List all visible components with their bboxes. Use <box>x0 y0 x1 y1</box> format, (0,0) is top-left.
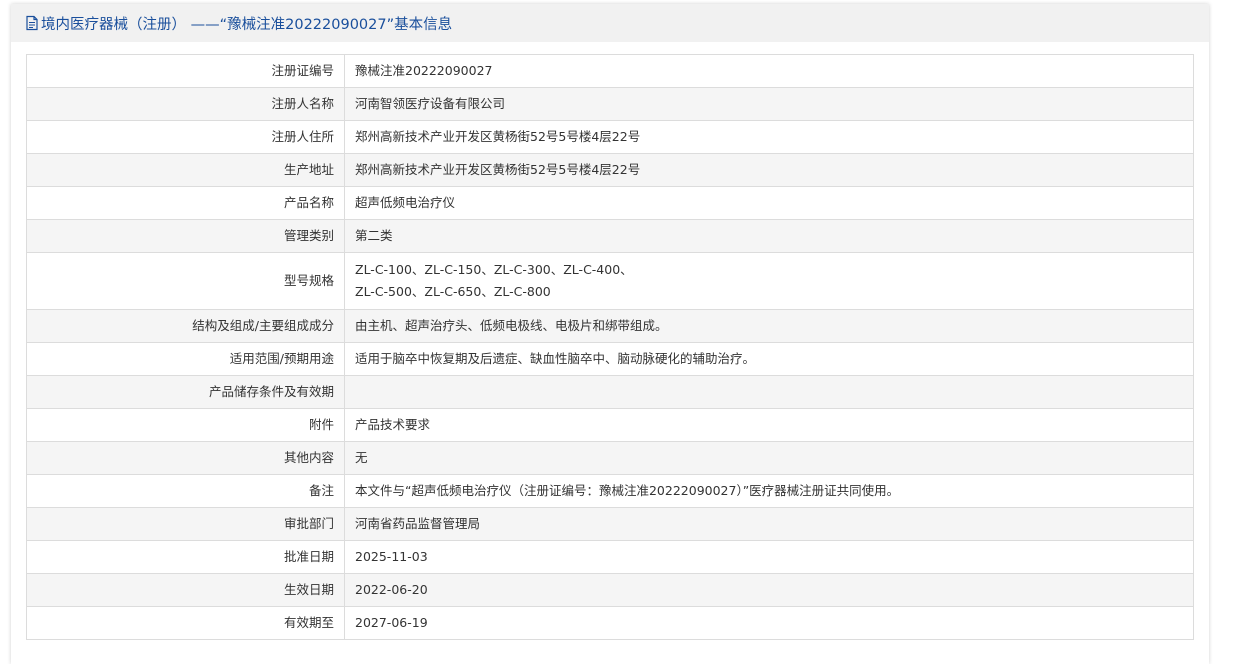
row-value: 本文件与“超声低频电治疗仪（注册证编号：豫械注准20222090027）”医疗器… <box>344 474 1194 508</box>
registration-info-panel: 境内医疗器械（注册） ——“豫械注准20222090027”基本信息 注册证编号… <box>11 4 1209 664</box>
row-value: 2027-06-19 <box>344 606 1194 640</box>
row-value: 郑州高新技术产业开发区黄杨街52号5号楼4层22号 <box>344 120 1194 154</box>
row-label: 注册证编号 <box>26 54 345 88</box>
row-label: 批准日期 <box>26 540 345 574</box>
row-label: 备注 <box>26 474 345 508</box>
table-row-other-content: 其他内容 无 <box>26 441 1194 475</box>
row-value: 适用于脑卒中恢复期及后遗症、缺血性脑卒中、脑动脉硬化的辅助治疗。 <box>344 342 1194 376</box>
row-value: 产品技术要求 <box>344 408 1194 442</box>
row-value: 河南省药品监督管理局 <box>344 507 1194 541</box>
model-spec-line-1: ZL-C-100、ZL-C-150、ZL-C-300、ZL-C-400、 <box>355 262 633 277</box>
model-spec-line-2: ZL-C-500、ZL-C-650、ZL-C-800 <box>355 284 551 299</box>
row-label: 产品储存条件及有效期 <box>26 375 345 409</box>
row-label: 附件 <box>26 408 345 442</box>
row-value <box>344 375 1194 409</box>
row-label: 其他内容 <box>26 441 345 475</box>
table-row-effective-date: 生效日期 2022-06-20 <box>26 573 1194 607</box>
table-row-remarks: 备注 本文件与“超声低频电治疗仪（注册证编号：豫械注准20222090027）”… <box>26 474 1194 508</box>
table-row-model-spec: 型号规格 ZL-C-100、ZL-C-150、ZL-C-300、ZL-C-400… <box>26 252 1194 310</box>
row-value: 郑州高新技术产业开发区黄杨街52号5号楼4层22号 <box>344 153 1194 187</box>
row-label: 生效日期 <box>26 573 345 607</box>
row-label: 注册人名称 <box>26 87 345 121</box>
info-table: 注册证编号 豫械注准20222090027 注册人名称 河南智领医疗设备有限公司… <box>26 54 1194 640</box>
page-title: 境内医疗器械（注册） ——“豫械注准20222090027”基本信息 <box>41 16 453 33</box>
table-row-attachment: 附件 产品技术要求 <box>26 408 1194 442</box>
row-label: 适用范围/预期用途 <box>26 342 345 376</box>
document-icon <box>25 15 39 31</box>
row-value: 第二类 <box>344 219 1194 253</box>
table-row-product-name: 产品名称 超声低频电治疗仪 <box>26 186 1194 220</box>
row-value: 豫械注准20222090027 <box>344 54 1194 88</box>
row-value: 2022-06-20 <box>344 573 1194 607</box>
row-label: 有效期至 <box>26 606 345 640</box>
row-label: 生产地址 <box>26 153 345 187</box>
row-value: 超声低频电治疗仪 <box>344 186 1194 220</box>
table-row-registrant-address: 注册人住所 郑州高新技术产业开发区黄杨街52号5号楼4层22号 <box>26 120 1194 154</box>
row-value: 2025-11-03 <box>344 540 1194 574</box>
row-label: 产品名称 <box>26 186 345 220</box>
table-row-intended-use: 适用范围/预期用途 适用于脑卒中恢复期及后遗症、缺血性脑卒中、脑动脉硬化的辅助治… <box>26 342 1194 376</box>
row-label: 注册人住所 <box>26 120 345 154</box>
row-value: ZL-C-100、ZL-C-150、ZL-C-300、ZL-C-400、 ZL-… <box>344 252 1194 310</box>
table-row-approval-department: 审批部门 河南省药品监督管理局 <box>26 507 1194 541</box>
table-row-approval-date: 批准日期 2025-11-03 <box>26 540 1194 574</box>
row-value: 无 <box>344 441 1194 475</box>
table-row-management-class: 管理类别 第二类 <box>26 219 1194 253</box>
row-label: 审批部门 <box>26 507 345 541</box>
table-row-production-address: 生产地址 郑州高新技术产业开发区黄杨街52号5号楼4层22号 <box>26 153 1194 187</box>
row-label: 型号规格 <box>26 252 345 310</box>
table-row-storage-conditions: 产品储存条件及有效期 <box>26 375 1194 409</box>
table-row-valid-until: 有效期至 2027-06-19 <box>26 606 1194 640</box>
table-row-structure-composition: 结构及组成/主要组成成分 由主机、超声治疗头、低频电极线、电极片和绑带组成。 <box>26 309 1194 343</box>
row-value: 河南智领医疗设备有限公司 <box>344 87 1194 121</box>
row-label: 管理类别 <box>26 219 345 253</box>
table-row-registration-number: 注册证编号 豫械注准20222090027 <box>26 54 1194 88</box>
row-value: 由主机、超声治疗头、低频电极线、电极片和绑带组成。 <box>344 309 1194 343</box>
row-label: 结构及组成/主要组成成分 <box>26 309 345 343</box>
panel-header: 境内医疗器械（注册） ——“豫械注准20222090027”基本信息 <box>11 4 1209 42</box>
table-row-registrant-name: 注册人名称 河南智领医疗设备有限公司 <box>26 87 1194 121</box>
